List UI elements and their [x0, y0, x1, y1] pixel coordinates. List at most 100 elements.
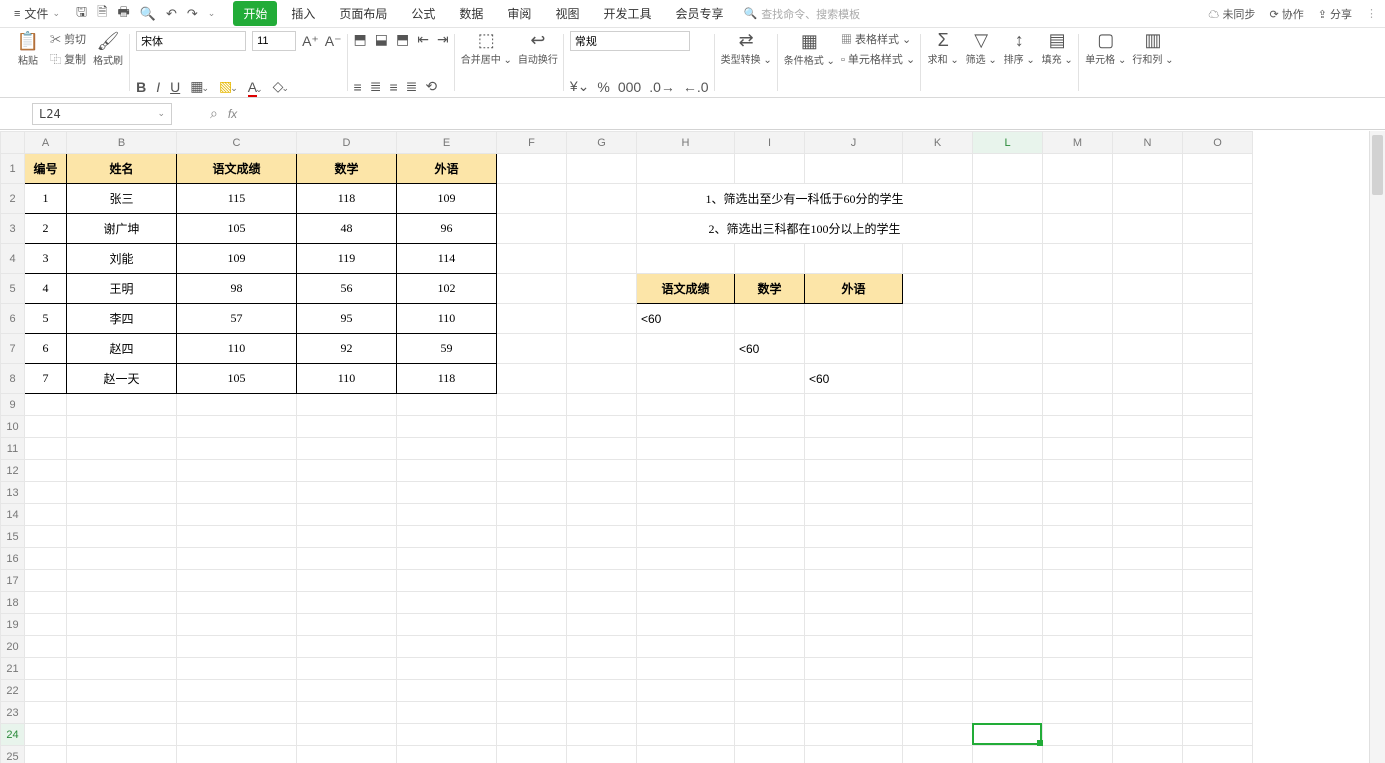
cell-I16[interactable]: [735, 548, 805, 570]
cell-O16[interactable]: [1183, 548, 1253, 570]
ribbon-tab-3[interactable]: 公式: [401, 1, 445, 26]
table-style-button[interactable]: ▦ 表格样式 ⌄: [841, 31, 915, 47]
cell-C13[interactable]: [177, 482, 297, 504]
cell-D14[interactable]: [297, 504, 397, 526]
cell-M22[interactable]: [1043, 680, 1113, 702]
cell-F2[interactable]: [497, 184, 567, 214]
cell-B20[interactable]: [67, 636, 177, 658]
cell-N13[interactable]: [1113, 482, 1183, 504]
cut-button[interactable]: ✂ 剪切: [50, 31, 86, 47]
cell-K5[interactable]: [903, 274, 973, 304]
cell-E22[interactable]: [397, 680, 497, 702]
cell-N14[interactable]: [1113, 504, 1183, 526]
row-header-8[interactable]: 8: [1, 364, 25, 394]
col-header-N[interactable]: N: [1113, 132, 1183, 154]
cell-K7[interactable]: [903, 334, 973, 364]
cell-M14[interactable]: [1043, 504, 1113, 526]
cell-O24[interactable]: [1183, 724, 1253, 746]
cell-M23[interactable]: [1043, 702, 1113, 724]
cell-G10[interactable]: [567, 416, 637, 438]
cell-J8[interactable]: <60: [805, 364, 903, 394]
comma-icon[interactable]: 000: [618, 79, 641, 95]
cell-N19[interactable]: [1113, 614, 1183, 636]
coop-button[interactable]: ⟳ 协作: [1269, 6, 1303, 22]
cell-B10[interactable]: [67, 416, 177, 438]
cell-C25[interactable]: [177, 746, 297, 763]
cell-C20[interactable]: [177, 636, 297, 658]
cell-B24[interactable]: [67, 724, 177, 746]
cell-M13[interactable]: [1043, 482, 1113, 504]
cell-L1[interactable]: [973, 154, 1043, 184]
spreadsheet-grid[interactable]: ABCDEFGHIJKLMNO1编号姓名语文成绩数学外语21张三11511810…: [0, 131, 1369, 763]
cell-A4[interactable]: 3: [25, 244, 67, 274]
row-header-3[interactable]: 3: [1, 214, 25, 244]
cell-J16[interactable]: [805, 548, 903, 570]
conditional-format-button[interactable]: ▦条件格式 ⌄: [784, 32, 835, 67]
file-menu[interactable]: ≡ 文件 ⌄: [8, 0, 66, 27]
cell-M6[interactable]: [1043, 304, 1113, 334]
col-header-C[interactable]: C: [177, 132, 297, 154]
ribbon-tab-4[interactable]: 数据: [449, 1, 493, 26]
cell-K20[interactable]: [903, 636, 973, 658]
cell-H10[interactable]: [637, 416, 735, 438]
cell-D11[interactable]: [297, 438, 397, 460]
cell-K24[interactable]: [903, 724, 973, 746]
row-header-24[interactable]: 24: [1, 724, 25, 746]
cell-K6[interactable]: [903, 304, 973, 334]
cell-C4[interactable]: 109: [177, 244, 297, 274]
cell-O20[interactable]: [1183, 636, 1253, 658]
cell-I12[interactable]: [735, 460, 805, 482]
ribbon-tab-8[interactable]: 会员专享: [665, 1, 733, 26]
rows-cols-button[interactable]: ▥行和列 ⌄: [1132, 31, 1173, 66]
col-header-K[interactable]: K: [903, 132, 973, 154]
cell-M7[interactable]: [1043, 334, 1113, 364]
cell-N4[interactable]: [1113, 244, 1183, 274]
select-all-corner[interactable]: [1, 132, 25, 154]
cell-C12[interactable]: [177, 460, 297, 482]
cell-C5[interactable]: 98: [177, 274, 297, 304]
cell-H5[interactable]: 语文成绩: [637, 274, 735, 304]
cell-K4[interactable]: [903, 244, 973, 274]
row-header-12[interactable]: 12: [1, 460, 25, 482]
cell-N11[interactable]: [1113, 438, 1183, 460]
cell-D3[interactable]: 48: [297, 214, 397, 244]
cell-O2[interactable]: [1183, 184, 1253, 214]
cell-O19[interactable]: [1183, 614, 1253, 636]
cell-D6[interactable]: 95: [297, 304, 397, 334]
cell-H2[interactable]: 1、筛选出至少有一科低于60分的学生: [637, 184, 973, 214]
indent-right-icon[interactable]: ⇥: [437, 31, 449, 48]
cell-O5[interactable]: [1183, 274, 1253, 304]
cell-N17[interactable]: [1113, 570, 1183, 592]
cell-O10[interactable]: [1183, 416, 1253, 438]
cell-J10[interactable]: [805, 416, 903, 438]
cell-H3[interactable]: 2、筛选出三科都在100分以上的学生: [637, 214, 973, 244]
cell-A2[interactable]: 1: [25, 184, 67, 214]
col-header-A[interactable]: A: [25, 132, 67, 154]
cell-A20[interactable]: [25, 636, 67, 658]
cell-B15[interactable]: [67, 526, 177, 548]
cell-K19[interactable]: [903, 614, 973, 636]
cell-F25[interactable]: [497, 746, 567, 763]
cell-F15[interactable]: [497, 526, 567, 548]
cell-N5[interactable]: [1113, 274, 1183, 304]
cell-I17[interactable]: [735, 570, 805, 592]
cell-J23[interactable]: [805, 702, 903, 724]
cell-J13[interactable]: [805, 482, 903, 504]
cell-L10[interactable]: [973, 416, 1043, 438]
cell-M11[interactable]: [1043, 438, 1113, 460]
cell-A16[interactable]: [25, 548, 67, 570]
cell-C18[interactable]: [177, 592, 297, 614]
font-name-select[interactable]: [136, 31, 246, 51]
cell-E20[interactable]: [397, 636, 497, 658]
cell-C11[interactable]: [177, 438, 297, 460]
cell-K1[interactable]: [903, 154, 973, 184]
cell-O15[interactable]: [1183, 526, 1253, 548]
cell-L18[interactable]: [973, 592, 1043, 614]
cell-J1[interactable]: [805, 154, 903, 184]
cell-G19[interactable]: [567, 614, 637, 636]
cell-L23[interactable]: [973, 702, 1043, 724]
cell-I20[interactable]: [735, 636, 805, 658]
row-header-19[interactable]: 19: [1, 614, 25, 636]
cell-A24[interactable]: [25, 724, 67, 746]
row-header-10[interactable]: 10: [1, 416, 25, 438]
